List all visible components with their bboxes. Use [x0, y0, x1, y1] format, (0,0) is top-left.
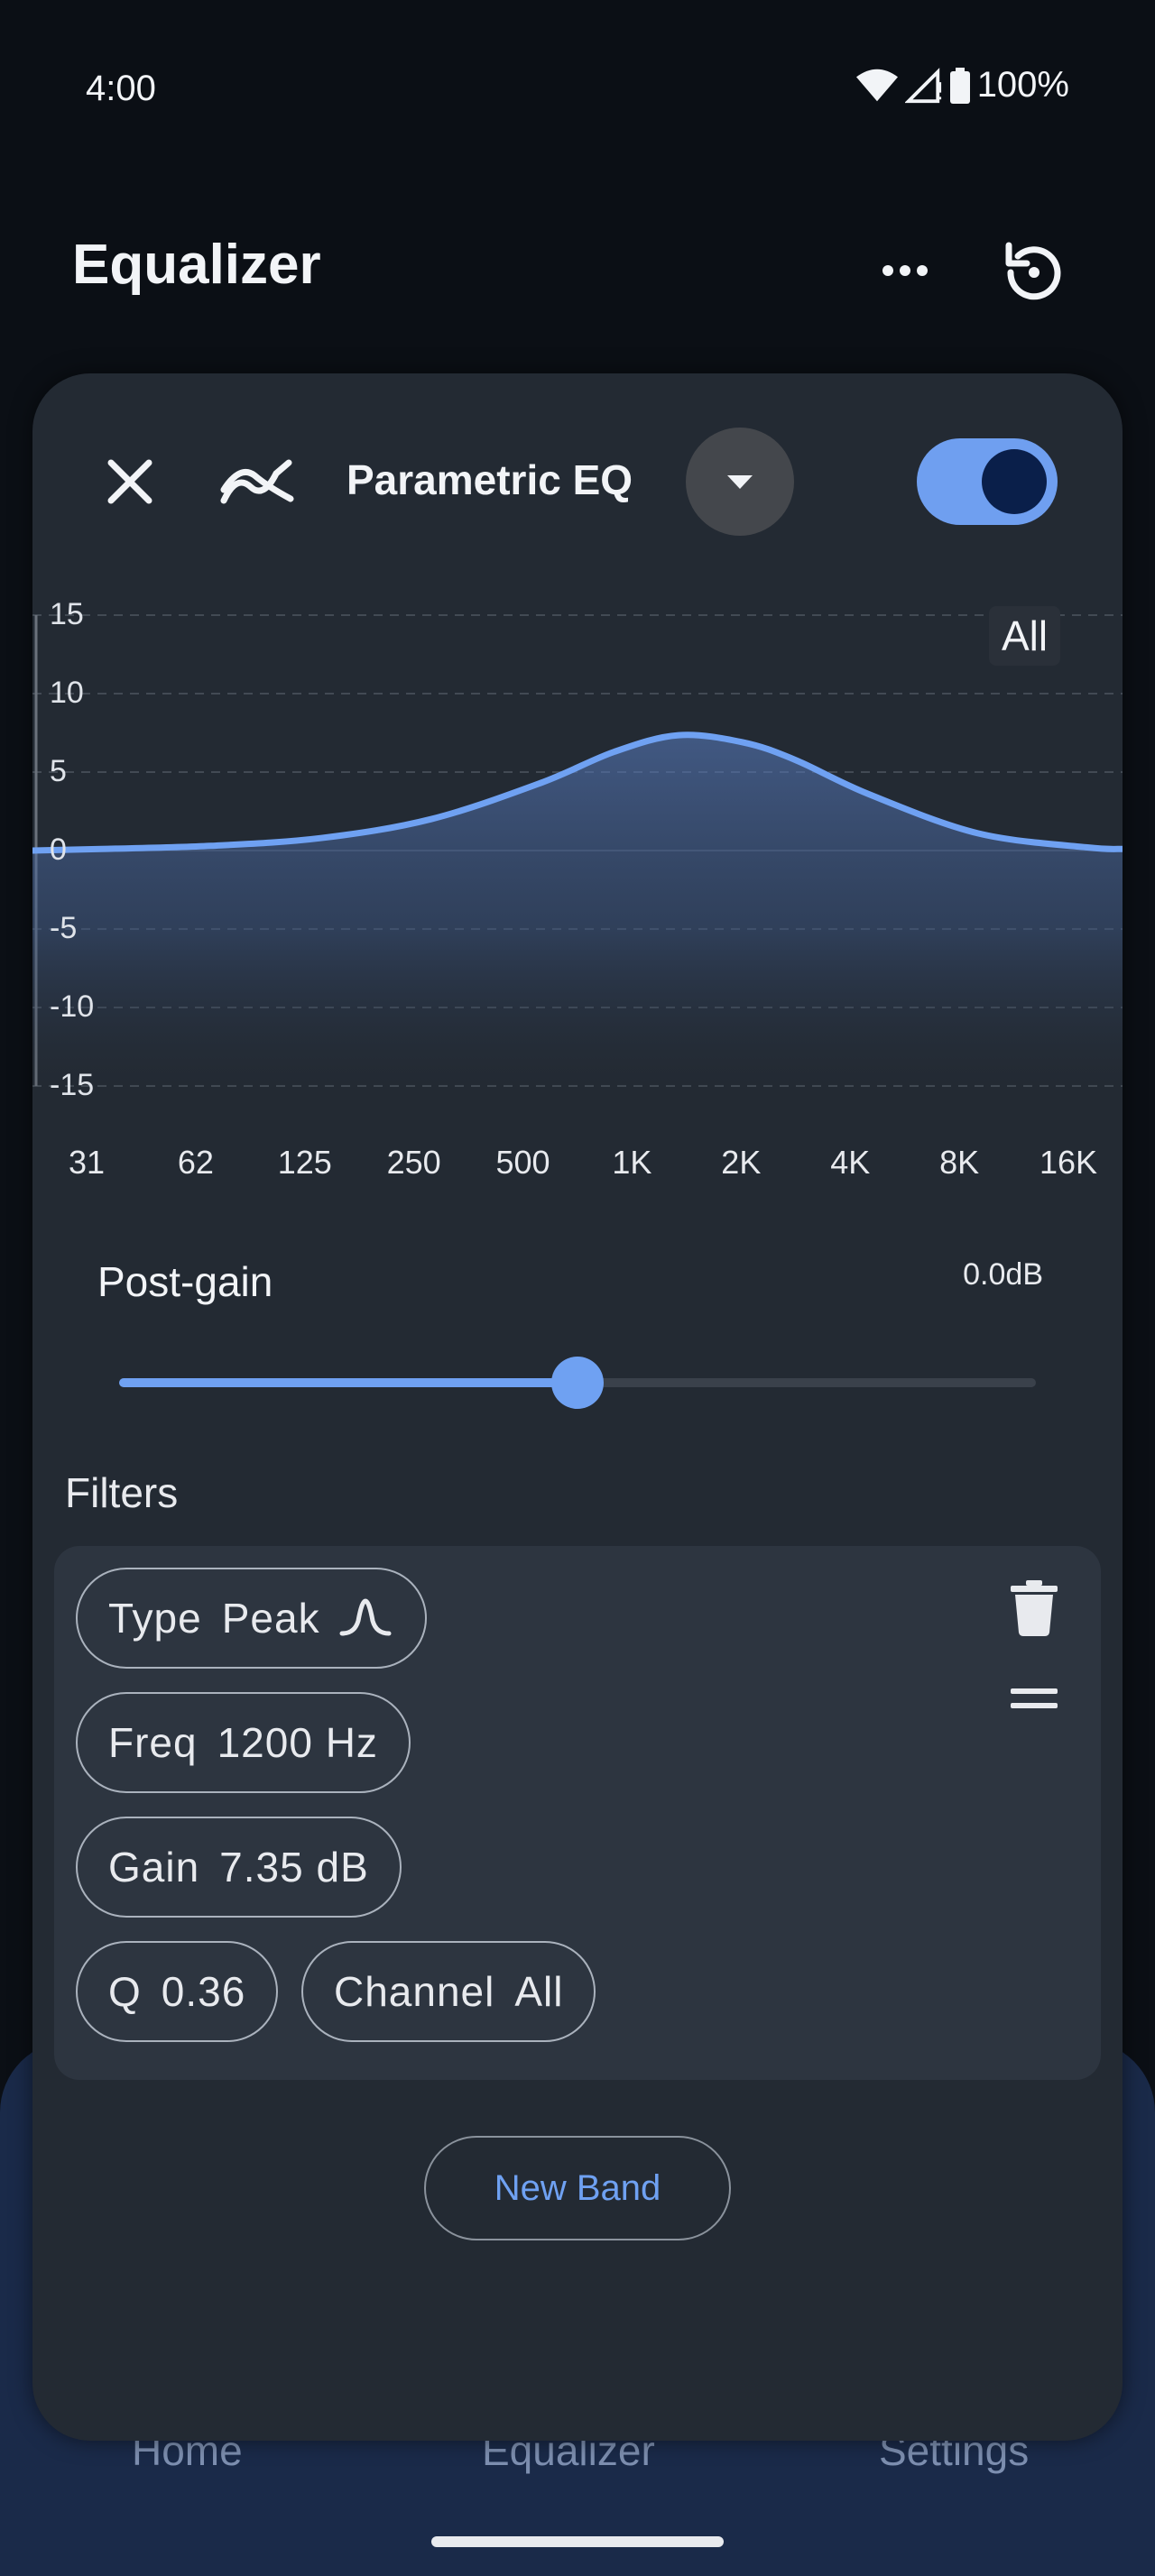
chip-value: 1200 Hz — [217, 1719, 378, 1766]
y-tick-label: 10 — [50, 676, 84, 710]
parametric-eq-icon — [220, 459, 294, 504]
chip-key: Type — [108, 1595, 202, 1642]
effect-enable-toggle[interactable] — [917, 438, 1058, 525]
chip-value: Peak — [221, 1595, 320, 1642]
chip-value: 0.36 — [161, 1968, 246, 2015]
filter-type-chip[interactable]: Type Peak — [76, 1568, 427, 1669]
x-tick-label: 8K — [939, 1144, 980, 1181]
chip-key: Freq — [108, 1719, 198, 1766]
y-tick-label: 15 — [50, 597, 84, 631]
x-tick-label: 500 — [495, 1144, 550, 1181]
chip-key: Gain — [108, 1844, 200, 1891]
filters-heading: Filters — [65, 1469, 179, 1516]
delete-band-icon[interactable] — [1011, 1580, 1058, 1636]
post-gain-label: Post-gain — [97, 1258, 273, 1305]
eq-curve-chart[interactable] — [32, 577, 1123, 1155]
y-tick-label: -15 — [50, 1068, 95, 1102]
signal-icon — [904, 67, 941, 103]
y-tick-label: 0 — [50, 833, 67, 867]
x-tick-label: 31 — [68, 1144, 106, 1181]
chip-key: Q — [108, 1968, 142, 2015]
x-tick-label: 250 — [386, 1144, 441, 1181]
x-tick-label: 125 — [277, 1144, 332, 1181]
eq-curve-fill — [32, 734, 1123, 1086]
chip-value: All — [514, 1968, 564, 2015]
y-tick-label: -10 — [50, 989, 95, 1024]
close-icon[interactable] — [72, 424, 188, 539]
post-gain-slider-thumb[interactable] — [551, 1357, 604, 1409]
peak-filter-icon — [339, 1598, 392, 1636]
y-tick-label: 5 — [50, 754, 67, 788]
page-title: Equalizer — [72, 234, 321, 296]
x-tick-label: 1K — [612, 1144, 652, 1181]
dropdown-arrow-icon — [727, 475, 753, 489]
drag-handle-icon[interactable] — [1011, 1685, 1058, 1712]
post-gain-value: 0.0dB — [963, 1257, 1043, 1292]
filter-channel-chip[interactable]: Channel All — [301, 1941, 596, 2042]
status-icons: 100% — [855, 65, 1069, 106]
filter-frequency-chip[interactable]: Freq 1200 Hz — [76, 1692, 411, 1793]
home-indicator[interactable] — [431, 2536, 724, 2547]
filter-gain-chip[interactable]: Gain 7.35 dB — [76, 1817, 402, 1918]
new-band-button[interactable]: New Band — [424, 2136, 731, 2240]
battery-percent: 100% — [976, 65, 1069, 105]
reset-icon[interactable] — [1000, 236, 1068, 305]
filter-q-chip[interactable]: Q 0.36 — [76, 1941, 279, 2042]
chart-channel-label: All — [989, 606, 1061, 666]
x-tick-label: 2K — [721, 1144, 762, 1181]
wifi-icon — [855, 69, 898, 101]
y-tick-label: -5 — [50, 911, 78, 945]
chip-key: Channel — [334, 1968, 495, 2015]
battery-icon — [949, 67, 970, 104]
x-tick-label: 4K — [830, 1144, 871, 1181]
x-tick-label: 62 — [177, 1144, 214, 1181]
toggle-knob — [982, 449, 1047, 514]
effect-dropdown-button[interactable] — [686, 428, 794, 536]
status-time: 4:00 — [86, 69, 156, 108]
effect-title: Parametric EQ — [346, 456, 633, 503]
chip-value: 7.35 dB — [219, 1844, 369, 1891]
x-tick-label: 16K — [1039, 1144, 1098, 1181]
more-options-icon[interactable] — [873, 244, 937, 298]
post-gain-slider-fill — [119, 1378, 578, 1387]
